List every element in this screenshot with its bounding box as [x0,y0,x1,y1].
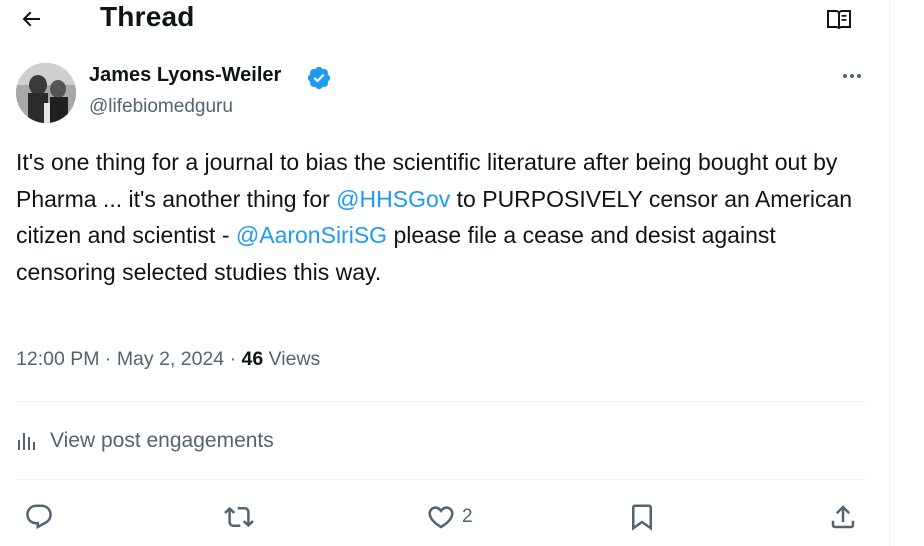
more-options-button[interactable] [834,62,870,90]
reply-bubble-icon [26,504,52,530]
tweet-text: It's one thing for a journal to bias the… [16,144,866,290]
retweet-button[interactable] [224,497,254,537]
bookmark-icon [632,504,652,531]
mention-link-hhsgov[interactable]: @HHSGov [336,186,450,212]
reader-mode-button[interactable] [822,4,856,34]
share-upload-icon [831,505,855,529]
retweet-icon [224,506,254,528]
verified-badge-icon[interactable] [306,65,332,91]
avatar-photo [16,63,76,123]
heart-icon [428,506,454,529]
share-button[interactable] [828,497,858,537]
tweet-date[interactable]: May 2, 2024 [117,348,224,370]
bookmark-button[interactable] [627,497,657,537]
page-title: Thread [100,1,195,32]
arrow-left-icon [22,11,40,27]
like-button[interactable]: 2 [426,497,473,537]
back-button[interactable] [14,2,48,36]
view-engagements-link[interactable]: View post engagements [16,426,274,456]
view-engagements-label: View post engagements [50,429,274,452]
meta-separator: · [229,348,237,370]
bar-chart-icon [16,429,40,453]
reply-button[interactable] [24,497,54,537]
mention-link-aaronsirisg[interactable]: @AaronSiriSG [236,222,387,248]
avatar[interactable] [16,63,76,123]
tweet-time[interactable]: 12:00 PM [16,348,99,370]
author-name[interactable]: James Lyons-Weiler [89,64,281,87]
views-count: 46 [241,348,264,370]
divider [16,479,866,480]
thread-header: Thread [0,0,890,40]
author-handle[interactable]: @lifebiomedguru [89,96,233,118]
open-book-icon [827,10,851,30]
like-count: 2 [462,506,473,527]
tweet-meta: 12:00 PM · May 2, 2024 · 46 Views [16,348,320,371]
column-border [889,0,890,546]
views-label: Views [268,348,321,370]
divider [16,401,866,402]
meta-separator: · [104,348,112,370]
more-horizontal-icon [843,74,861,78]
